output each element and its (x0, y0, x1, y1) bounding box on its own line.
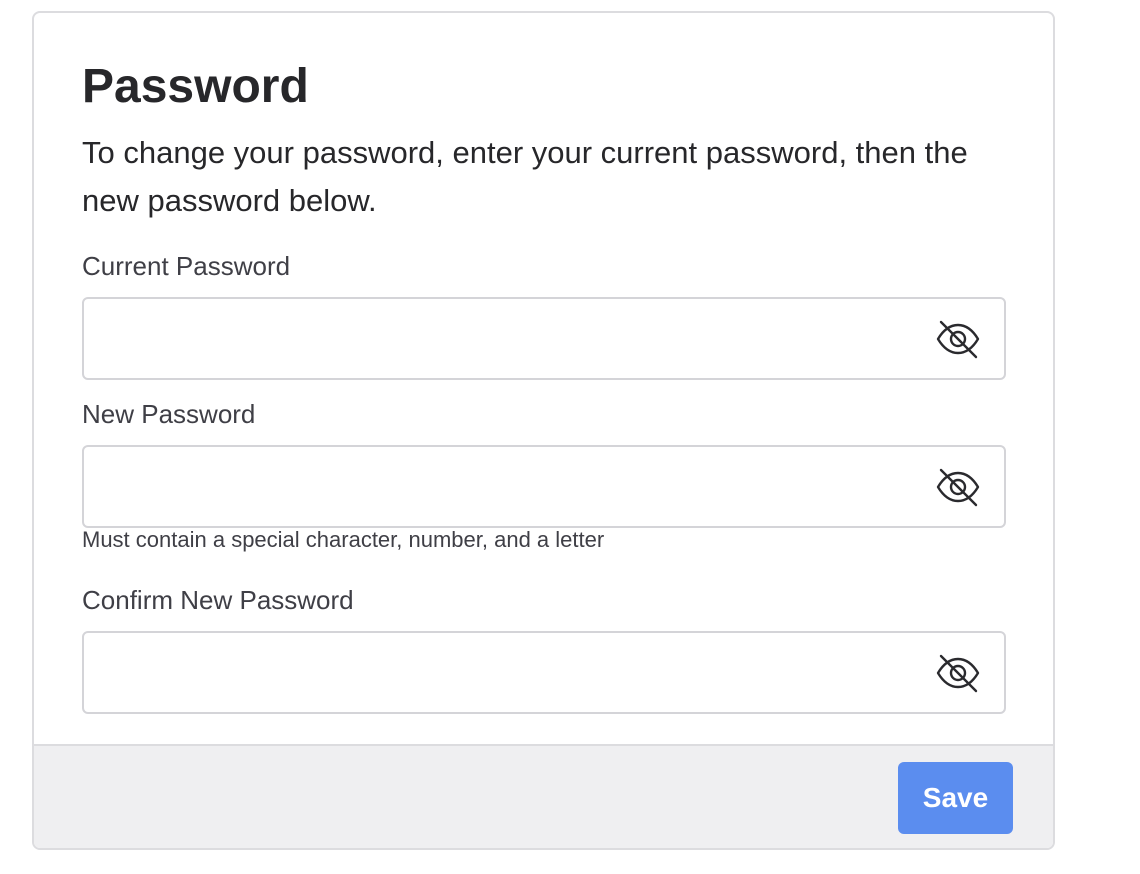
confirm-password-field-wrapper (82, 631, 1006, 714)
current-password-visibility-toggle[interactable] (934, 317, 982, 361)
current-password-field-wrapper (82, 297, 1006, 380)
current-password-input[interactable] (84, 299, 1004, 378)
confirm-password-label: Confirm New Password (82, 585, 354, 615)
eye-slash-icon (936, 468, 980, 507)
new-password-label: New Password (82, 399, 256, 429)
confirm-password-visibility-toggle[interactable] (934, 651, 982, 695)
save-button[interactable]: Save (898, 762, 1013, 834)
current-password-label: Current Password (82, 251, 291, 281)
eye-slash-icon (936, 320, 980, 359)
card-footer: Save (34, 744, 1053, 848)
page-title: Password (82, 60, 309, 113)
confirm-password-input[interactable] (84, 633, 1004, 712)
new-password-visibility-toggle[interactable] (934, 465, 982, 509)
password-card: Password To change your password, enter … (32, 11, 1055, 850)
password-card-body: Password To change your password, enter … (34, 13, 1053, 744)
new-password-field-wrapper (82, 445, 1006, 528)
password-description: To change your password, enter your curr… (82, 135, 968, 218)
eye-slash-icon (936, 654, 980, 693)
new-password-hint: Must contain a special character, number… (82, 527, 605, 552)
new-password-input[interactable] (84, 447, 1004, 526)
